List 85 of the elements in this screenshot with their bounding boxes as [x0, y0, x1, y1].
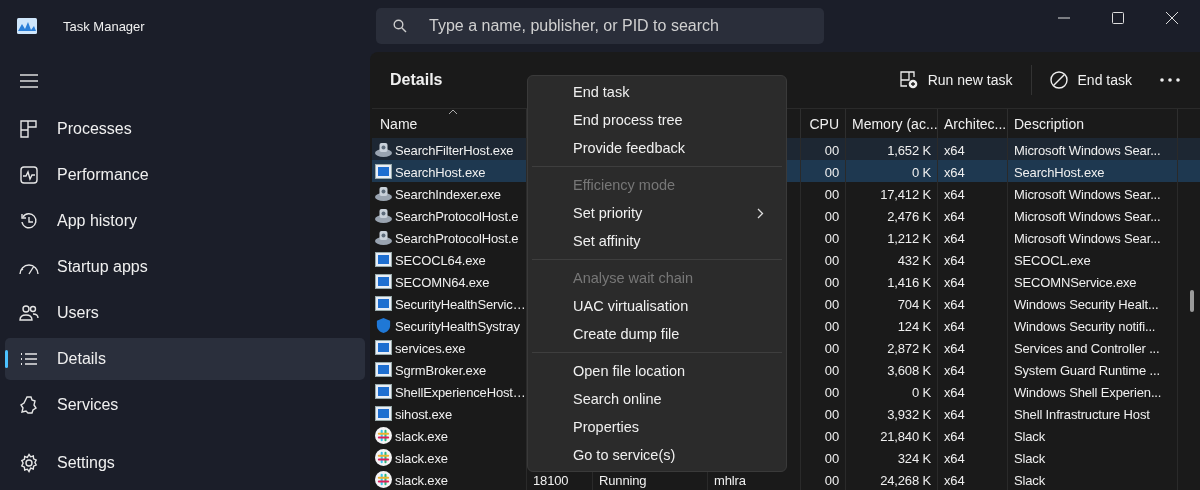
table-cell: 2,872 K [887, 339, 931, 355]
table-cell: 3,608 K [887, 361, 931, 377]
table-cell: SecurityHealthSystray [395, 317, 520, 333]
table-cell: SearchProtocolHost.e [395, 229, 519, 245]
table-cell: Microsoft Windows Sear... [1014, 229, 1161, 245]
table-cell: Windows Security notifi... [1014, 317, 1156, 333]
page-title: Details [390, 71, 443, 89]
table-cell: 00 [824, 383, 839, 399]
table-cell: x64 [944, 295, 965, 311]
table-cell: 18100 [533, 471, 569, 487]
table-cell: 00 [824, 449, 839, 465]
table-cell: SECOMN64.exe [395, 273, 490, 289]
table-cell: 1,212 K [887, 229, 931, 245]
table-cell: SECOCL.exe [1014, 251, 1091, 267]
table-cell: x64 [944, 207, 965, 223]
table-cell: x64 [944, 229, 965, 245]
table-cell: SearchIndexer.exe [395, 185, 501, 201]
table-cell: 00 [824, 339, 839, 355]
table-cell: x64 [944, 185, 965, 201]
table-cell: x64 [944, 317, 965, 333]
table-cell: 432 K [897, 251, 931, 267]
table-cell: 00 [824, 361, 839, 377]
table-cell: Microsoft Windows Sear... [1014, 141, 1161, 157]
table-cell: x64 [944, 449, 965, 465]
table-cell: 17,412 K [880, 185, 931, 201]
table-cell: 2,476 K [887, 207, 931, 223]
table-cell: SearchHost.exe [1014, 163, 1105, 179]
table-cell: 00 [824, 405, 839, 421]
table-cell: 00 [824, 141, 839, 157]
table-cell: 3,932 K [887, 405, 931, 421]
table-cell: services.exe [395, 339, 466, 355]
table-cell: sihost.exe [395, 405, 453, 421]
table-cell: 21,840 K [880, 427, 931, 443]
table-cell: ShellExperienceHost… [395, 383, 526, 399]
table-cell: 1,416 K [887, 273, 931, 289]
table-cell: Windows Security Healt... [1014, 295, 1159, 311]
table-cell: 00 [824, 229, 839, 245]
table-cell: 00 [824, 295, 839, 311]
table-cell: Microsoft Windows Sear... [1014, 185, 1161, 201]
table-cell: x64 [944, 339, 965, 355]
table-cell: 24,268 K [880, 471, 931, 487]
table-cell: 00 [824, 185, 839, 201]
table-cell: x64 [944, 361, 965, 377]
table-cell: System Guard Runtime ... [1014, 361, 1160, 377]
table-cell: x64 [944, 141, 965, 157]
table-cell: Windows Shell Experien... [1014, 383, 1162, 399]
table-cell: 00 [824, 163, 839, 179]
table-cell: slack.exe [395, 427, 448, 443]
table-cell: 00 [824, 317, 839, 333]
table-cell: slack.exe [395, 449, 448, 465]
table-cell: 0 K [911, 383, 931, 399]
table-cell: Shell Infrastructure Host [1014, 405, 1150, 421]
table-cell: x64 [944, 273, 965, 289]
table-cell: 00 [824, 207, 839, 223]
table-cell: 00 [824, 427, 839, 443]
table-cell: slack.exe [395, 471, 448, 487]
table-cell: SearchFilterHost.exe [395, 141, 514, 157]
table-cell: Slack [1014, 471, 1046, 487]
table-cell: 1,652 K [887, 141, 931, 157]
table-cell: 00 [824, 471, 839, 487]
table-cell: 0 K [911, 163, 931, 179]
table-cell: x64 [944, 251, 965, 267]
table-cell: x64 [944, 471, 965, 487]
table-cell: 00 [824, 273, 839, 289]
table-cell: SECOMNService.exe [1014, 273, 1137, 289]
table-cell: SgrmBroker.exe [395, 361, 487, 377]
table-cell: 124 K [897, 317, 931, 333]
table-cell: Microsoft Windows Sear... [1014, 207, 1161, 223]
table-cell: SecurityHealthServic… [395, 295, 526, 311]
table-cell: mhlra [714, 471, 746, 487]
table-cell: x64 [944, 405, 965, 421]
table-cell: x64 [944, 383, 965, 399]
table-cell: SECOCL64.exe [395, 251, 486, 267]
table-cell: SearchHost.exe [395, 163, 486, 179]
table-cell: 324 K [897, 449, 931, 465]
window-title: Task Manager [63, 18, 145, 34]
table-cell: 00 [824, 251, 839, 267]
table-cell: Running [599, 471, 647, 487]
table-cell: x64 [944, 427, 965, 443]
table-cell: SearchProtocolHost.e [395, 207, 519, 223]
table-cell: Services and Controller ... [1014, 339, 1160, 355]
table-cell: Slack [1014, 449, 1046, 465]
table-cell: 704 K [897, 295, 931, 311]
table-cell: x64 [944, 163, 965, 179]
table-cell: Slack [1014, 427, 1046, 443]
